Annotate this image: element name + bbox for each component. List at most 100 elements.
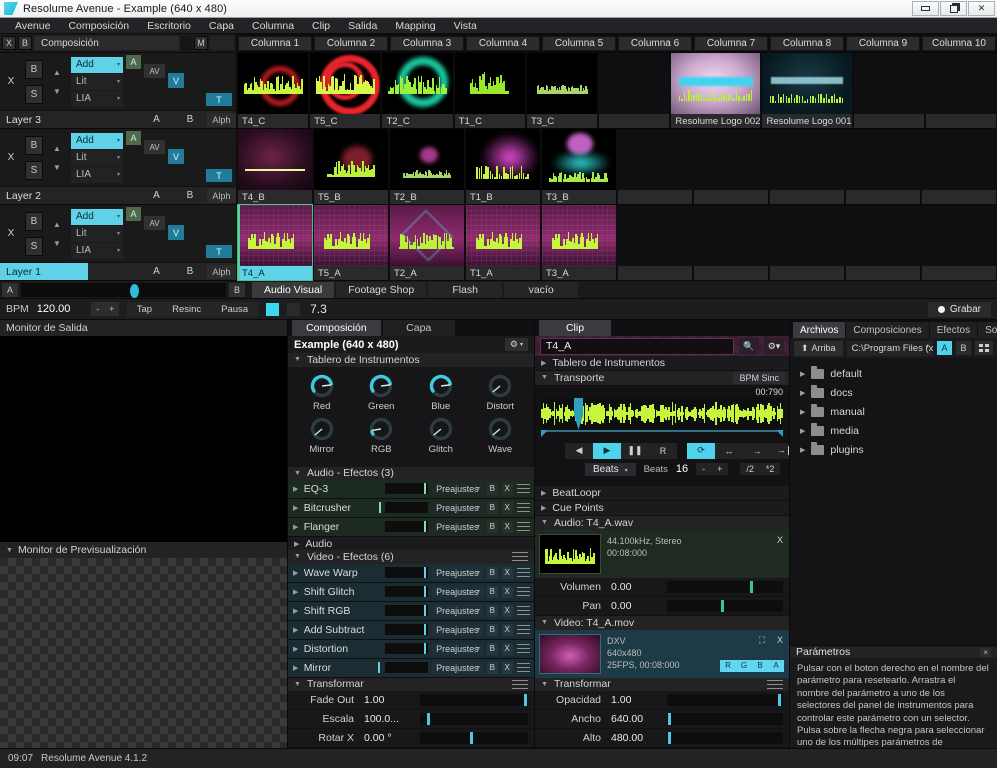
hamburger-icon[interactable] (512, 679, 528, 689)
clip-cell[interactable]: T1_C (454, 53, 525, 128)
layer-v-badge[interactable]: V (168, 225, 184, 240)
dashboard-section-header[interactable]: ▼ Tablero de Instrumentos (288, 353, 534, 367)
clip-cell-empty[interactable] (770, 129, 844, 204)
clip-cell-empty[interactable] (846, 129, 920, 204)
effect-slider[interactable] (384, 521, 429, 533)
clip-label[interactable]: T5_C (310, 114, 381, 128)
effect-row[interactable]: ▶ Add Subtract Preajustes B X (288, 620, 534, 640)
video-effects-header[interactable]: ▼ Video - Efectos (6) (288, 550, 534, 564)
column-header[interactable]: Columna 7 (694, 36, 768, 51)
hamburger-icon[interactable] (516, 606, 530, 616)
layer-name-label[interactable]: Layer 3 (0, 111, 88, 129)
layer-down-arrow-icon[interactable]: ▼ (53, 239, 61, 248)
parameter-slider[interactable] (420, 693, 528, 706)
browser-tab-sources[interactable]: Sources (978, 322, 997, 338)
maximize-button[interactable] (940, 1, 967, 16)
clip-cell-empty[interactable] (694, 129, 768, 204)
hamburger-icon[interactable] (767, 679, 783, 689)
effect-row[interactable]: ▶ Shift RGB Preajustes B X (288, 601, 534, 621)
clip-cell[interactable]: T3_A (542, 205, 616, 280)
hamburger-icon[interactable] (516, 663, 530, 673)
parameter-label[interactable]: Escala (288, 713, 362, 725)
layer-down-arrow-icon[interactable]: ▼ (53, 87, 61, 96)
column-header[interactable]: Columna 2 (314, 36, 388, 51)
chevron-right-icon[interactable]: ▶ (293, 523, 300, 531)
clip-label[interactable]: Resolume Logo 001 (762, 114, 852, 128)
transport-rewind-button[interactable]: ◀ (565, 443, 593, 459)
effect-remove-button[interactable]: X (501, 661, 513, 674)
parameter-slider[interactable] (420, 731, 528, 744)
clip-cell[interactable]: T4_C (238, 53, 309, 128)
beats-double-button[interactable]: *2 (760, 463, 781, 475)
layer-blend-option[interactable]: Add (71, 208, 123, 225)
effect-preset-select[interactable]: Preajustes (432, 566, 483, 579)
column-header[interactable]: Columna 3 (390, 36, 464, 51)
clip-transform-header[interactable]: ▼ Transformar (535, 677, 789, 692)
layer-blend-option[interactable]: Add (71, 56, 123, 73)
beat-indicator-inactive[interactable] (287, 302, 301, 316)
clip-cell[interactable]: T3_B (542, 129, 616, 204)
layer-up-arrow-icon[interactable]: ▲ (53, 144, 61, 153)
deck-tab[interactable]: vacío (504, 281, 579, 298)
layer-blend-mode-select[interactable]: AddLitLIA (68, 53, 126, 110)
chevron-right-icon[interactable]: ▶ (293, 664, 300, 672)
parameter-value[interactable]: 640.00 (609, 713, 667, 725)
effect-slider[interactable] (377, 662, 429, 674)
layer-blend-option[interactable]: Lit (71, 149, 123, 166)
audio-remove-button[interactable]: X (777, 535, 783, 545)
hamburger-icon[interactable] (516, 568, 530, 578)
browser-tab-archivos[interactable]: Archivos (793, 322, 846, 338)
menu-item-avenue[interactable]: Avenue (6, 18, 59, 34)
folder-tree-item[interactable]: ▶ plugins (790, 440, 997, 459)
deck-tab[interactable]: Audio Visual (252, 281, 335, 298)
beats-half-button[interactable]: /2 (740, 463, 760, 475)
parameter-row[interactable]: Fade Out 1.00 (288, 690, 534, 710)
tab-clip[interactable]: Clip (539, 320, 611, 336)
chevron-right-icon[interactable]: ▶ (293, 504, 300, 512)
audio-section-header[interactable]: ▶ Audio (288, 536, 534, 551)
deck-tab[interactable]: Flash (428, 281, 503, 298)
parameter-value[interactable]: 0.00 (609, 581, 667, 593)
layer-blend-mode-select[interactable]: AddLitLIA (68, 129, 126, 186)
parameter-row[interactable]: Rotar X 0.00 ° (288, 728, 534, 748)
channel-toggle-g[interactable]: G (736, 659, 752, 672)
clip-label[interactable]: T2_A (390, 266, 464, 280)
parameter-label[interactable]: Volumen (535, 581, 609, 593)
folder-tree-item[interactable]: ▶ default (790, 364, 997, 383)
clip-cell[interactable]: T1_B (466, 129, 540, 204)
grid-view-icon[interactable] (975, 341, 993, 355)
parameter-label[interactable]: Pan (535, 600, 609, 612)
effect-preset-select[interactable]: Preajustes (432, 604, 483, 617)
effect-preset-select[interactable]: Preajustes (432, 520, 483, 533)
knob-dial[interactable] (309, 416, 335, 442)
layer-t-badge[interactable]: T (206, 169, 232, 182)
knob-control[interactable]: Glitch (416, 416, 466, 455)
knob-control[interactable]: Red (297, 373, 347, 412)
layer-blend-option[interactable]: Lit (71, 73, 123, 90)
params-help-close-button[interactable]: × (980, 647, 991, 657)
effect-preset-select[interactable]: Preajustes (432, 642, 483, 655)
parameter-value[interactable]: 100.0... (362, 713, 420, 725)
effect-bypass-button[interactable]: B (486, 642, 498, 655)
menu-item-clip[interactable]: Clip (303, 18, 339, 34)
effect-slider[interactable] (384, 605, 429, 617)
layer-v-badge[interactable]: V (168, 73, 184, 88)
parameter-label[interactable]: Alto (535, 732, 609, 744)
channel-toggle-b[interactable]: B (752, 659, 768, 672)
effect-remove-button[interactable]: X (501, 585, 513, 598)
once-mode-button[interactable]: → (743, 443, 771, 459)
layer-blackout-button[interactable]: B (25, 211, 43, 231)
composition-blackout-button[interactable]: B (18, 36, 32, 50)
column-header[interactable]: Columna 5 (542, 36, 616, 51)
effect-bypass-button[interactable]: B (486, 520, 498, 533)
clip-cell[interactable]: Resolume Logo 001 (762, 53, 852, 128)
chevron-right-icon[interactable]: ▶ (293, 607, 300, 615)
layer-bypass-button[interactable]: X (0, 205, 22, 262)
up-button[interactable]: ⬆ Arriba (794, 340, 843, 356)
resync-button[interactable]: Resinc (162, 302, 211, 317)
chevron-right-icon[interactable]: ▶ (800, 389, 805, 397)
layer-foot-a-button[interactable]: A (153, 266, 160, 277)
knob-control[interactable]: Green (356, 373, 406, 412)
layer-name-label[interactable]: Layer 2 (0, 187, 88, 205)
layer-foot-a-button[interactable]: A (153, 190, 160, 201)
